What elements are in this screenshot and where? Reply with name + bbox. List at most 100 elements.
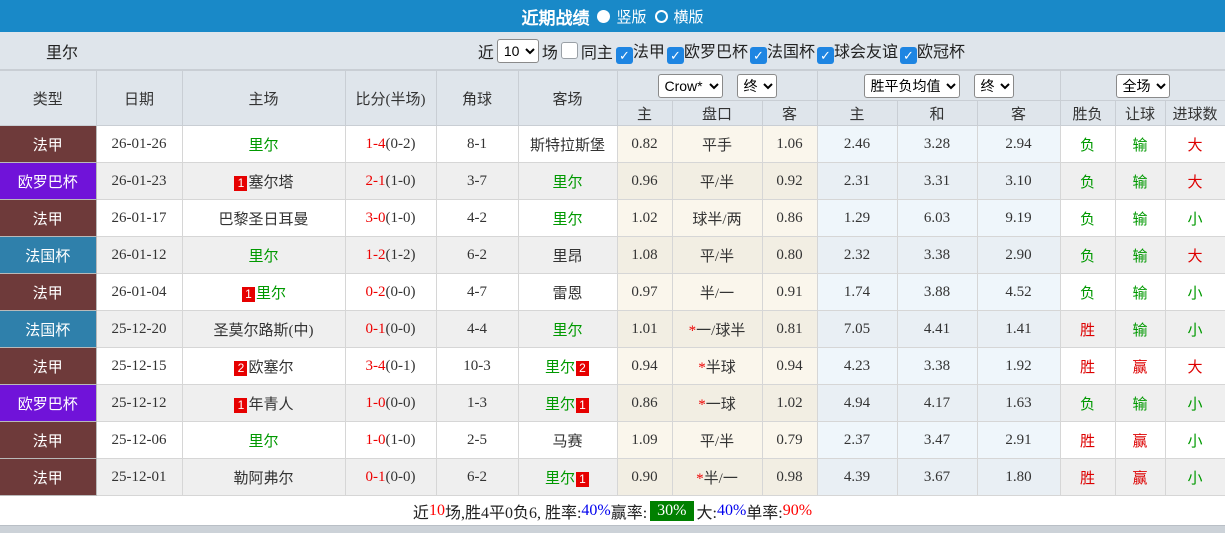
team-name-text: 巴黎圣日耳曼 [218,211,309,228]
avg-away-odds: 2.94 [976,125,1061,163]
avg-draw-odds: 3.38 [896,347,978,385]
league-cell: 法甲 [0,273,97,311]
odds-type-select[interactable]: 胜平负均值 [863,73,960,98]
league-label: 欧罗巴杯 [683,43,748,61]
table-header: 类型 日期 主场 比分(半场) 角球 客场 Crow* 终 胜平负均值 终 全场… [0,70,1225,126]
handicap-away-odds: 0.92 [761,162,818,200]
corners-cell: 4-7 [435,273,519,311]
handicap-home-odds: 1.09 [616,421,673,459]
fulltime-score: 1-0 [365,431,386,448]
radio-vertical-label: 竖版 [616,9,647,26]
summary-segment: 赢率: [610,504,648,522]
layout-radio-vertical[interactable]: 竖版 [597,6,647,27]
result-wdl-cell: 负 [1059,199,1116,237]
live-handicap-star: * [698,359,706,376]
team-name: 里尔 [46,44,79,62]
score-cell: 1-0(1-0) [344,421,437,459]
col-home: 主场 [181,70,346,126]
halftime-score: (1-0) [385,209,416,226]
result-goals-cell: 小 [1164,458,1225,496]
result-handicap-cell: 输 [1114,199,1166,237]
table-row: 法甲 26-01-17 巴黎圣日耳曼 3-0(1-0) 4-2 里尔 1.02 球半/两 0.8… [0,199,1225,237]
summary-segment: 90% [782,501,813,519]
handicap-line-cell: 平/半 [671,421,763,459]
result-handicap-cell: 赢 [1114,421,1166,459]
handicap-line-cell: 平/半 [671,162,763,200]
league-checkbox[interactable]: ✓ [816,46,834,64]
league-checkbox[interactable]: ✓ [899,46,917,64]
league-cell: 欧罗巴杯 [0,162,97,200]
same-home-checkbox[interactable] [560,42,578,59]
team-name-text: 勒阿弗尔 [233,470,294,487]
away-team-cell: 里尔 1 [517,458,618,496]
home-team-cell: 1 年青人 [181,384,346,422]
score-cell: 2-1(1-0) [344,162,437,200]
result-handicap-cell: 输 [1114,125,1166,163]
team-name-text: 里尔 [248,433,279,450]
table-body: 法甲 26-01-26 里尔 1-4(0-2) 8-1 斯特拉斯堡 0.82 平手 1.06 2.… [0,125,1225,496]
date-cell: 25-12-15 [95,347,183,385]
home-team-cell: 勒阿弗尔 [181,458,346,496]
table-row: 法甲 26-01-26 里尔 1-4(0-2) 8-1 斯特拉斯堡 0.82 平手 1.06 2.… [0,125,1225,163]
league-checkbox[interactable]: ✓ [615,46,633,64]
col-score: 比分(半场) [344,70,437,126]
radio-unselected-icon[interactable] [654,9,668,23]
period-select[interactable]: 全场 [1115,73,1170,98]
handicap-home-odds: 0.82 [616,125,673,163]
filter-bar: 里尔 近 10 场 同主 ✓ 法甲 ✓ 欧罗巴杯 ✓ 法国杯 ✓ 球会友谊 ✓ 欧冠杯 [0,32,1225,70]
handicap-away-odds: 0.81 [761,310,818,348]
league-cell: 法甲 [0,421,97,459]
summary-segment: 30% [650,500,694,521]
league-checkbox[interactable]: ✓ [666,46,684,64]
date-cell: 25-12-01 [95,458,183,496]
handicap-home-odds: 0.97 [616,273,673,311]
bookmaker-select[interactable]: Crow* [657,73,723,98]
home-team-cell: 1 塞尔塔 [181,162,346,200]
fulltime-score: 0-2 [365,283,386,300]
summary-segment: 单率: [746,504,783,522]
handicap-home-odds: 0.90 [616,458,673,496]
yellow-card-count-badge: 1 [576,397,589,413]
table-row: 法甲 26-01-04 1 里尔 0-2(0-0) 4-7 雷恩 0.97 半/一 0.91 1.7… [0,273,1225,311]
fulltime-score: 3-0 [365,209,386,226]
team-name-text: 里尔 [552,322,583,339]
avg-home-odds: 7.05 [816,310,898,348]
avg-draw-odds: 3.31 [896,162,978,200]
result-goals-cell: 大 [1164,125,1225,163]
live-handicap-star: * [688,322,697,339]
league-cell: 法国杯 [0,236,97,274]
corners-cell: 8-1 [435,125,519,163]
league-checkbox[interactable]: ✓ [749,46,767,64]
avg-away-odds: 4.52 [976,273,1061,311]
corners-cell: 1-3 [435,384,519,422]
handicap-home-odds: 0.96 [616,162,673,200]
recent-count-select[interactable]: 10 [496,38,539,63]
score-cell: 1-2(1-2) [344,236,437,274]
radio-selected-icon[interactable] [597,9,611,23]
table-row: 法甲 25-12-15 2 欧塞尔 3-4(0-1) 10-3 里尔 2 0.94 *半球 0.94… [0,347,1225,385]
team-name-text: 里尔 [544,396,575,413]
handicap-away-odds: 0.79 [761,421,818,459]
handicap-home-odds: 1.02 [616,199,673,237]
odds-time-select[interactable]: 终 [973,73,1014,98]
result-goals-cell: 大 [1164,347,1225,385]
league-cell: 法甲 [0,199,97,237]
corners-cell: 6-2 [435,236,519,274]
avg-away-odds: 2.91 [976,421,1061,459]
date-cell: 25-12-06 [95,421,183,459]
fulltime-score: 3-4 [365,357,386,374]
sub-col-goals: 进球数 [1164,100,1225,126]
avg-home-odds: 2.32 [816,236,898,274]
sub-col-handicap: 盘口 [671,100,763,126]
halftime-score: (0-2) [385,135,416,152]
away-team-cell: 里尔 [517,199,618,237]
handicap-time-select[interactable]: 终 [736,73,777,98]
layout-radio-horizontal[interactable]: 横版 [654,6,704,27]
avg-home-odds: 4.23 [816,347,898,385]
league-filters: ✓ 法甲 ✓ 欧罗巴杯 ✓ 法国杯 ✓ 球会友谊 ✓ 欧冠杯 [615,38,967,64]
radio-horizontal-label: 横版 [673,9,704,26]
halftime-score: (1-2) [385,246,416,263]
halftime-score: (0-0) [385,394,416,411]
avg-draw-odds: 4.41 [896,310,978,348]
result-goals-cell: 小 [1164,421,1225,459]
